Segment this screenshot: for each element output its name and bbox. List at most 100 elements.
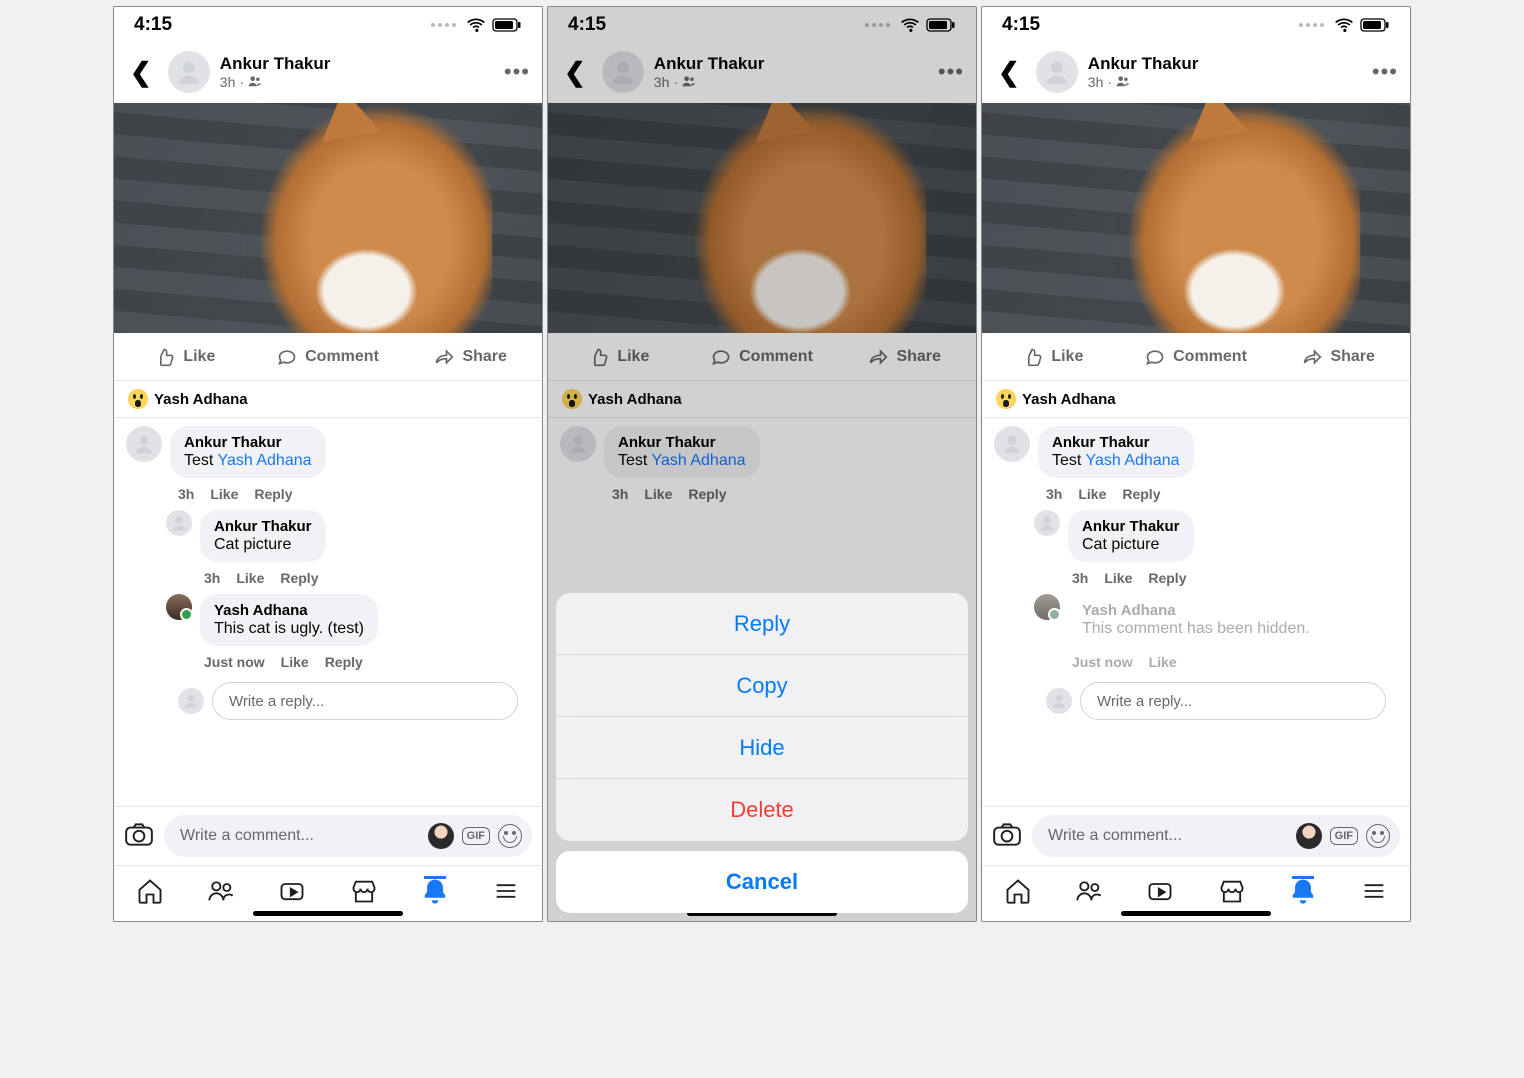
author-name[interactable]: Ankur Thakur bbox=[220, 54, 494, 74]
comment-bubble[interactable]: Yash AdhanaThis comment has been hidden. bbox=[1068, 594, 1324, 646]
wow-reaction-icon bbox=[996, 389, 1016, 409]
comment-bubble[interactable]: Ankur ThakurCat picture bbox=[1068, 510, 1194, 562]
camera-icon[interactable] bbox=[992, 819, 1022, 854]
reaction-strip[interactable]: Yash Adhana bbox=[114, 381, 542, 418]
avatar-sticker-icon[interactable] bbox=[428, 823, 454, 849]
comment-like-button[interactable]: Like bbox=[1104, 570, 1132, 586]
comment-avatar[interactable] bbox=[1034, 510, 1060, 536]
nav-marketplace[interactable] bbox=[1218, 877, 1246, 910]
comment-bubble[interactable]: Ankur ThakurTest Yash Adhana bbox=[1038, 426, 1194, 478]
comment-like-button[interactable]: Like bbox=[236, 570, 264, 586]
post-image[interactable] bbox=[982, 103, 1410, 333]
home-indicator bbox=[253, 911, 403, 916]
sheet-delete[interactable]: Delete bbox=[556, 779, 968, 841]
sheet-reply[interactable]: Reply bbox=[556, 593, 968, 655]
nav-menu[interactable] bbox=[1360, 877, 1388, 910]
comment-avatar[interactable] bbox=[994, 426, 1030, 462]
comment-reply-button[interactable]: Reply bbox=[1148, 570, 1186, 586]
comment-input[interactable]: Write a comment... GIF bbox=[1032, 815, 1400, 857]
friends-icon bbox=[1116, 74, 1130, 90]
post-image[interactable] bbox=[114, 103, 542, 333]
comment-reply-button[interactable]: Reply bbox=[280, 570, 318, 586]
comment-action-sheet: Reply Copy Hide Delete Cancel bbox=[556, 593, 968, 913]
screen-2: 4:15 ❮ Ankur Thakur 3h· ••• Like Comment… bbox=[547, 6, 977, 922]
status-time: 4:15 bbox=[134, 14, 172, 36]
nav-notifications[interactable] bbox=[421, 877, 449, 910]
comment-avatar[interactable] bbox=[166, 594, 192, 620]
gif-button[interactable]: GIF bbox=[1330, 827, 1358, 845]
share-button[interactable]: Share bbox=[399, 333, 542, 380]
nav-home[interactable] bbox=[1004, 877, 1032, 910]
emoji-icon[interactable] bbox=[498, 824, 522, 848]
avatar-sticker-icon[interactable] bbox=[1296, 823, 1322, 849]
nav-friends[interactable] bbox=[207, 877, 235, 910]
nav-notifications[interactable] bbox=[1289, 877, 1317, 910]
back-button[interactable]: ❮ bbox=[992, 57, 1026, 88]
post-more-button[interactable]: ••• bbox=[1372, 59, 1398, 85]
comment-row: Ankur Thakur Test Yash Adhana bbox=[126, 426, 530, 478]
comment-button[interactable]: Comment bbox=[257, 333, 400, 380]
comment-bubble[interactable]: Ankur Thakur Cat picture bbox=[200, 510, 326, 562]
nav-home[interactable] bbox=[136, 877, 164, 910]
comment-row: Ankur ThakurTest Yash Adhana bbox=[560, 426, 964, 478]
comment-like-button[interactable]: Like bbox=[1149, 654, 1177, 670]
sheet-cancel[interactable]: Cancel bbox=[556, 851, 968, 913]
comment-bubble[interactable]: Ankur Thakur Test Yash Adhana bbox=[170, 426, 326, 478]
comment-reply-button[interactable]: Reply bbox=[1122, 486, 1160, 502]
post-meta: 3h · bbox=[220, 74, 494, 90]
author-avatar[interactable] bbox=[168, 51, 210, 93]
comment-button[interactable]: Comment bbox=[1125, 333, 1268, 380]
post-actions: Like Comment Share bbox=[114, 333, 542, 381]
comment-reply-button[interactable]: Reply bbox=[325, 654, 363, 670]
mention-link[interactable]: Yash Adhana bbox=[1086, 452, 1180, 469]
mention-link[interactable]: Yash Adhana bbox=[218, 452, 312, 469]
reply-input[interactable]: Write a reply... bbox=[1080, 682, 1386, 720]
comment-avatar[interactable] bbox=[1034, 594, 1060, 620]
like-button[interactable]: Like bbox=[982, 333, 1125, 380]
wifi-icon bbox=[1334, 15, 1354, 35]
nav-menu[interactable] bbox=[492, 877, 520, 910]
post-more-button[interactable]: ••• bbox=[938, 59, 964, 85]
status-time: 4:15 bbox=[568, 14, 606, 36]
status-bar: 4:15 bbox=[114, 7, 542, 43]
share-button[interactable]: Share bbox=[833, 333, 976, 380]
sheet-copy[interactable]: Copy bbox=[556, 655, 968, 717]
comment-row-hidden: Yash AdhanaThis comment has been hidden. bbox=[1034, 594, 1398, 646]
back-button[interactable]: ❮ bbox=[124, 57, 158, 88]
post-header: ❮ Ankur Thakur 3h· ••• bbox=[548, 43, 976, 103]
battery-icon bbox=[492, 18, 522, 32]
like-button[interactable]: Like bbox=[548, 333, 691, 380]
comment-like-button[interactable]: Like bbox=[1078, 486, 1106, 502]
author-avatar[interactable] bbox=[602, 51, 644, 93]
nav-watch[interactable] bbox=[1146, 877, 1174, 910]
sheet-hide[interactable]: Hide bbox=[556, 717, 968, 779]
comment-avatar[interactable] bbox=[126, 426, 162, 462]
comment-avatar[interactable] bbox=[166, 510, 192, 536]
reactor-name: Yash Adhana bbox=[154, 391, 248, 408]
like-button[interactable]: Like bbox=[114, 333, 257, 380]
comment-like-button[interactable]: Like bbox=[281, 654, 309, 670]
cellular-dots-icon bbox=[865, 23, 890, 27]
comment-avatar[interactable] bbox=[560, 426, 596, 462]
reply-input[interactable]: Write a reply... bbox=[212, 682, 518, 720]
comment-button[interactable]: Comment bbox=[691, 333, 834, 380]
nav-watch[interactable] bbox=[278, 877, 306, 910]
share-button[interactable]: Share bbox=[1267, 333, 1410, 380]
post-more-button[interactable]: ••• bbox=[504, 59, 530, 85]
comment-row: Ankur ThakurCat picture bbox=[1034, 510, 1398, 562]
nav-marketplace[interactable] bbox=[350, 877, 378, 910]
author-name[interactable]: Ankur Thakur bbox=[1088, 54, 1362, 74]
author-avatar[interactable] bbox=[1036, 51, 1078, 93]
comment-reply-button[interactable]: Reply bbox=[254, 486, 292, 502]
friends-icon bbox=[248, 74, 262, 90]
wow-reaction-icon bbox=[128, 389, 148, 409]
emoji-icon[interactable] bbox=[1366, 824, 1390, 848]
back-button[interactable]: ❮ bbox=[558, 57, 592, 88]
gif-button[interactable]: GIF bbox=[462, 827, 490, 845]
nav-friends[interactable] bbox=[1075, 877, 1103, 910]
comment-like-button[interactable]: Like bbox=[210, 486, 238, 502]
comment-input[interactable]: Write a comment... GIF bbox=[164, 815, 532, 857]
camera-icon[interactable] bbox=[124, 819, 154, 854]
author-name[interactable]: Ankur Thakur bbox=[654, 54, 928, 74]
comment-bubble[interactable]: Yash Adhana This cat is ugly. (test) bbox=[200, 594, 378, 646]
